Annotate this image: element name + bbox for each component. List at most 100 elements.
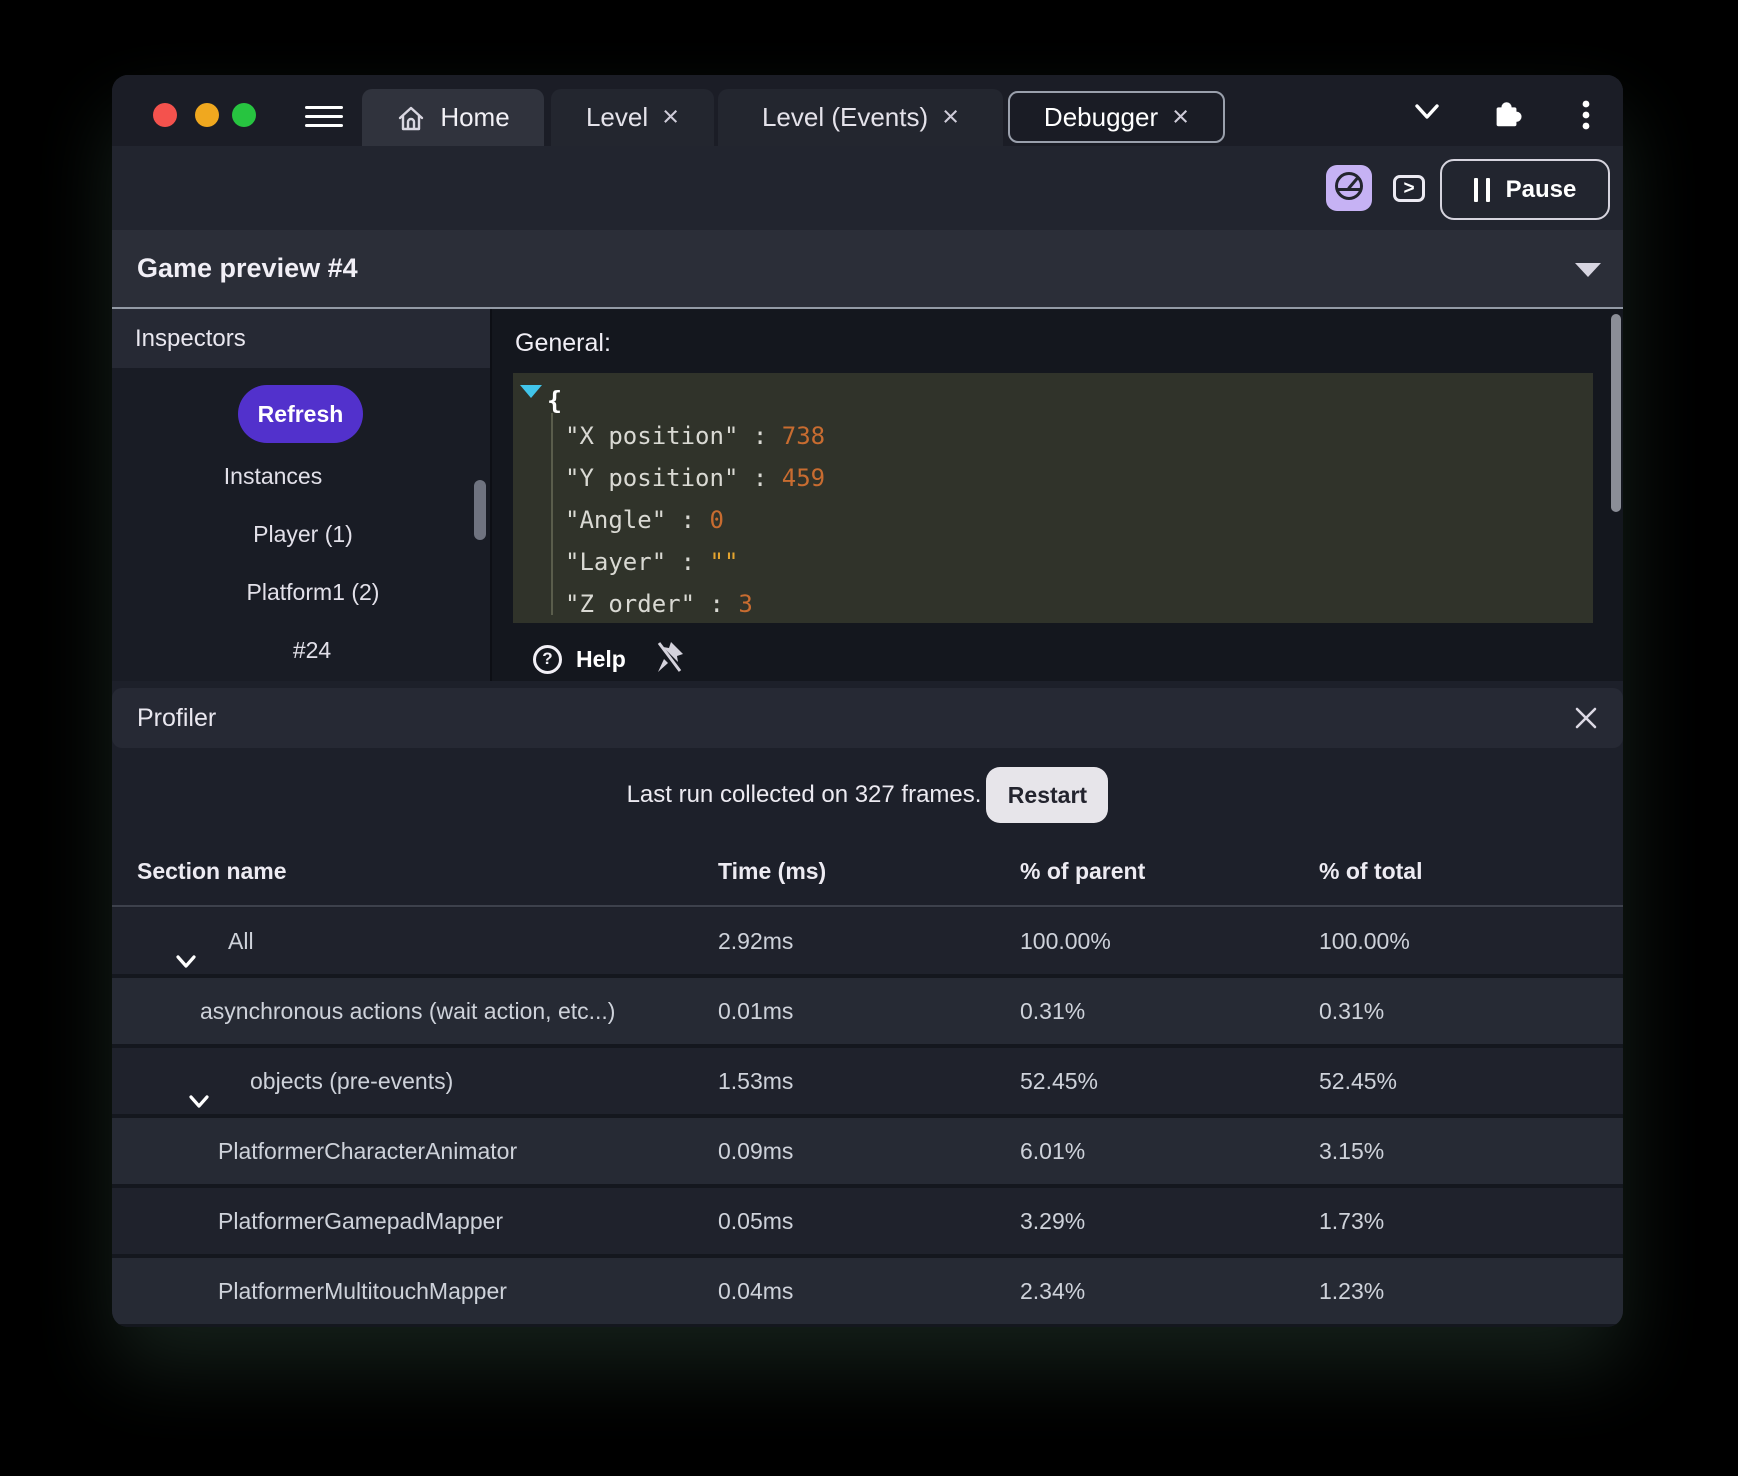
tab-close-icon[interactable]: ×: [1172, 102, 1189, 132]
pin-off-icon[interactable]: [652, 639, 686, 680]
refresh-button-label: Refresh: [257, 400, 344, 427]
chevron-down-icon[interactable]: [1413, 101, 1441, 128]
close-icon[interactable]: [1573, 705, 1599, 736]
collapse-caret-icon[interactable]: [1575, 263, 1601, 277]
inspectors-title: Inspectors: [135, 325, 246, 352]
time-value: 0.01ms: [718, 998, 794, 1024]
percent-of-parent-value: 0.31%: [1020, 998, 1086, 1024]
profiler-row-platformergamepadmapper[interactable]: PlatformerGamepadMapper 0.05ms 3.29% 1.73%: [112, 1188, 1623, 1254]
property-value: 459: [781, 464, 826, 492]
refresh-button[interactable]: Refresh: [238, 385, 363, 443]
property-key: "X position" :: [565, 422, 782, 450]
profiler-row-all[interactable]: All 2.92ms 100.00% 100.00%: [112, 908, 1623, 974]
restart-button[interactable]: Restart: [986, 767, 1109, 823]
percent-of-parent-value: 100.00%: [1020, 928, 1111, 954]
property-angle: "Angle" : 0: [565, 499, 724, 541]
help-icon[interactable]: ?: [533, 644, 562, 674]
percent-of-total-value: 3.15%: [1319, 1138, 1385, 1164]
inspectors-panel: Inspectors Refresh Instances Player (1) Pl…: [112, 309, 490, 681]
inspector-item-#24[interactable]: #24: [123, 637, 501, 664]
section-name: All: [228, 928, 254, 954]
help-row: ? Help: [533, 639, 686, 679]
window-minimize-button[interactable]: [195, 103, 219, 127]
property-value: 3: [738, 590, 753, 618]
percent-of-total-value: 100.00%: [1319, 928, 1410, 954]
more-options-icon[interactable]: [1581, 100, 1591, 137]
game-preview-title: Game preview #4: [137, 253, 358, 283]
inspector-item-instances[interactable]: Instances: [112, 463, 462, 490]
column-header--of-total: % of total: [1319, 858, 1423, 884]
time-value: 1.53ms: [718, 1068, 794, 1094]
property-value: 738: [781, 422, 826, 450]
window-close-button[interactable]: [153, 103, 177, 127]
percent-of-parent-value: 3.29%: [1020, 1208, 1086, 1234]
column-header-section-name: Section name: [137, 858, 287, 884]
property-x-position: "X position" : 738: [565, 415, 825, 457]
property-key: "Layer" :: [565, 548, 710, 576]
profiler-row-platformermultitouchmapper[interactable]: PlatformerMultitouchMapper 0.04ms 2.34% 1.2…: [112, 1258, 1623, 1324]
extensions-puzzle-icon[interactable]: [1490, 96, 1524, 135]
percent-of-parent-value: 6.01%: [1020, 1138, 1086, 1164]
home-icon: [396, 103, 426, 133]
pause-button[interactable]: Pause: [1440, 159, 1610, 220]
profiler-row-platformercharacteranimator[interactable]: PlatformerCharacterAnimator 0.09ms 6.01% 3.…: [112, 1118, 1623, 1184]
percent-of-total-value: 1.23%: [1319, 1278, 1385, 1304]
tree-guide-line: [551, 413, 553, 615]
help-link[interactable]: Help: [576, 646, 626, 673]
profiler-row-asynchronous-actions-wait-action-etc[interactable]: asynchronous actions (wait action, etc..…: [112, 978, 1623, 1044]
section-name: objects (pre-events): [250, 1068, 454, 1094]
profiler-row-objects-pre-events[interactable]: objects (pre-events) 1.53ms 52.45% 52.45%: [112, 1048, 1623, 1114]
percent-of-total-value: 1.73%: [1319, 1208, 1385, 1234]
menu-icon[interactable]: [305, 106, 343, 128]
profiler-title: Profiler: [137, 704, 217, 732]
pause-icon: [1473, 177, 1490, 202]
console-button[interactable]: >: [1393, 175, 1425, 202]
section-name: PlatformerMultitouchMapper: [218, 1278, 507, 1304]
general-scrollbar[interactable]: [1611, 314, 1621, 512]
section-name: PlatformerCharacterAnimator: [218, 1138, 518, 1164]
profiler-header: Profiler: [112, 688, 1623, 748]
tab-label: Level: [585, 102, 649, 132]
percent-of-total-value: 52.45%: [1319, 1068, 1398, 1094]
table-header-divider: [112, 905, 1623, 907]
tab-level-events[interactable]: Level (Events) ×: [718, 89, 1003, 146]
time-value: 0.04ms: [718, 1278, 794, 1304]
general-panel: General: { "X position" : 738 "Y position…: [490, 309, 1623, 681]
console-prompt-icon: >: [1403, 177, 1415, 199]
tab-level[interactable]: Level ×: [551, 89, 714, 146]
time-value: 2.92ms: [718, 928, 794, 954]
property-layer: "Layer" : "": [565, 541, 738, 583]
tab-close-icon[interactable]: ×: [942, 103, 959, 132]
inspector-item-player-1[interactable]: Player (1): [114, 521, 492, 548]
percent-of-total-value: 0.31%: [1319, 998, 1385, 1024]
tab-home[interactable]: Home: [362, 89, 544, 146]
inspector-panels: Inspectors Refresh Instances Player (1) Pl…: [112, 309, 1623, 681]
percent-of-parent-value: 2.34%: [1020, 1278, 1086, 1304]
tab-close-icon[interactable]: ×: [662, 103, 679, 132]
property-value: "": [709, 548, 739, 576]
window-zoom-button[interactable]: [232, 103, 256, 127]
profiler-table: All 2.92ms 100.00% 100.00% asynchronous acti…: [112, 908, 1623, 1327]
profiler-status-text: Last run collected on 327 frames.: [626, 781, 982, 808]
collapse-triangle-icon[interactable]: [520, 385, 542, 398]
screen: Home Level × Level (Events) × Debugger ×: [0, 0, 1738, 1476]
game-preview-header[interactable]: Game preview #4: [112, 230, 1623, 307]
open-brace: {: [547, 386, 563, 415]
column-header-time-ms-: Time (ms): [718, 858, 827, 884]
properties-json-view: { "X position" : 738 "Y position" : 459 "A…: [513, 373, 1593, 623]
profiler-toggle-button[interactable]: [1326, 165, 1372, 211]
general-title: General:: [515, 329, 611, 357]
tab-debugger[interactable]: Debugger ×: [1008, 91, 1225, 143]
inspectors-list: Refresh Instances Player (1) Platform1 (2)…: [112, 368, 490, 681]
tab-bar: Home Level × Level (Events) × Debugger ×: [112, 75, 1623, 146]
inspectors-scrollbar[interactable]: [474, 480, 486, 540]
time-value: 0.09ms: [718, 1138, 794, 1164]
time-value: 0.05ms: [718, 1208, 794, 1234]
column-header--of-parent: % of parent: [1020, 858, 1146, 884]
tab-label: Level (Events): [761, 102, 929, 132]
property-key: "Y position" :: [565, 464, 782, 492]
inspector-item-platform1-2[interactable]: Platform1 (2): [124, 579, 502, 606]
property-value: 0: [709, 506, 724, 534]
tab-label: Debugger: [1043, 101, 1159, 132]
debugger-toolbar: > Pause: [112, 146, 1623, 230]
